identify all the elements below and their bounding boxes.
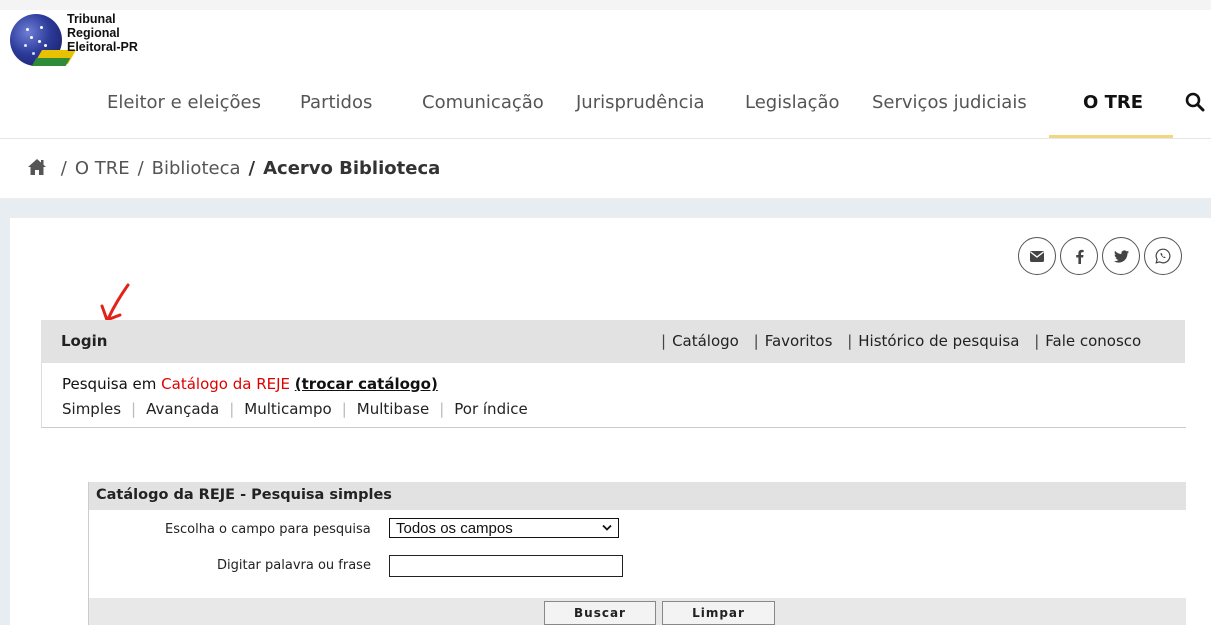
breadcrumb-item-biblioteca[interactable]: Biblioteca: [152, 158, 241, 179]
historico-pesquisa-link[interactable]: Histórico de pesquisa: [858, 332, 1019, 350]
change-catalog-link[interactable]: (trocar catálogo): [295, 375, 438, 393]
nav-item-partidos[interactable]: Partidos: [300, 92, 372, 113]
main-nav: Eleitor e eleições Partidos Comunicação …: [0, 84, 1211, 138]
logo-swoosh-green: [31, 58, 71, 66]
mode-separator: |: [131, 400, 137, 418]
search-icon[interactable]: [1185, 92, 1205, 112]
logo-line-1: Tribunal: [67, 12, 116, 26]
field-select-value: Todos os campos: [396, 520, 513, 537]
link-separator: |: [1034, 332, 1040, 350]
breadcrumb-separator: /: [60, 158, 67, 179]
field-select[interactable]: Todos os campos: [389, 518, 619, 538]
mode-multibase[interactable]: Multibase: [357, 400, 429, 418]
fale-conosco-link[interactable]: Fale conosco: [1045, 332, 1141, 350]
limpar-button[interactable]: Limpar: [662, 601, 775, 625]
search-mode-panel: Pesquisa em Catálogo da REJE (trocar cat…: [41, 363, 1186, 428]
breadcrumb-separator: /: [248, 158, 256, 179]
logo-line-2: Regional: [67, 26, 120, 40]
link-separator: |: [847, 332, 853, 350]
simple-search-footer: Buscar Limpar: [89, 598, 1186, 625]
link-separator: |: [661, 332, 667, 350]
nav-item-jurisprudencia[interactable]: Jurisprudência: [576, 92, 705, 113]
simple-search-title: Catálogo da REJE - Pesquisa simples: [96, 487, 392, 503]
nav-item-comunicacao[interactable]: Comunicação: [422, 92, 544, 113]
nav-item-legislacao[interactable]: Legislação: [745, 92, 840, 113]
facebook-icon: [1075, 249, 1084, 264]
breadcrumb-separator: /: [137, 158, 144, 179]
envelope-icon: [1030, 250, 1044, 262]
search-text-input[interactable]: [389, 555, 623, 577]
search-in-label: Pesquisa em: [62, 375, 157, 393]
share-email-button[interactable]: [1018, 237, 1056, 275]
logo-line-3: Eleitoral-PR: [67, 40, 138, 54]
login-link[interactable]: Login: [61, 332, 107, 350]
search-text-label: Digitar palavra ou frase: [217, 558, 371, 573]
share-whatsapp-button[interactable]: [1144, 237, 1182, 275]
mode-separator: |: [341, 400, 347, 418]
logo-text: Tribunal Regional Eleitoral-PR: [67, 12, 138, 54]
breadcrumb: / O TRE / Biblioteca / Acervo Biblioteca: [27, 158, 440, 179]
mode-simples[interactable]: Simples: [62, 400, 121, 418]
breadcrumb-current: Acervo Biblioteca: [263, 158, 441, 179]
link-separator: |: [753, 332, 759, 350]
whatsapp-icon: [1155, 248, 1171, 264]
mode-avancada[interactable]: Avançada: [146, 400, 219, 418]
catalog-links: | Catálogo | Favoritos | Histórico de pesqu…: [661, 332, 1151, 350]
mode-multicampo[interactable]: Multicampo: [244, 400, 331, 418]
tre-pr-logo[interactable]: Tribunal Regional Eleitoral-PR: [10, 12, 170, 68]
breadcrumb-item-o-tre[interactable]: O TRE: [75, 158, 130, 179]
nav-divider: [0, 138, 1211, 139]
mode-separator: |: [229, 400, 235, 418]
simple-search-form: Catálogo da REJE - Pesquisa simples Esco…: [88, 482, 1186, 625]
catalogo-link[interactable]: Catálogo: [672, 332, 739, 350]
mode-separator: |: [439, 400, 445, 418]
field-select-label: Escolha o campo para pesquisa: [165, 522, 371, 537]
search-catalog-line: Pesquisa em Catálogo da REJE (trocar cat…: [62, 375, 438, 393]
favoritos-link[interactable]: Favoritos: [765, 332, 833, 350]
nav-item-servicos-judiciais[interactable]: Serviços judiciais: [872, 92, 1027, 113]
nav-item-eleitor[interactable]: Eleitor e eleições: [107, 92, 261, 113]
nav-item-o-tre[interactable]: O TRE: [1083, 92, 1143, 113]
buscar-button[interactable]: Buscar: [544, 601, 656, 625]
home-icon[interactable]: [27, 158, 47, 176]
mode-por-indice[interactable]: Por índice: [454, 400, 527, 418]
twitter-icon: [1113, 249, 1129, 263]
share-twitter-button[interactable]: [1102, 237, 1140, 275]
search-mode-tabs: Simples | Avançada | Multicampo | Multibase | Po…: [62, 400, 528, 418]
top-strip: [0, 0, 1211, 10]
share-facebook-button[interactable]: [1060, 237, 1098, 275]
current-catalog-name: Catálogo da REJE: [161, 375, 290, 393]
login-bar: Login | Catálogo | Favoritos | Histórico de…: [41, 320, 1185, 363]
chevron-down-icon: [602, 524, 612, 531]
simple-search-header: Catálogo da REJE - Pesquisa simples: [89, 482, 1186, 510]
